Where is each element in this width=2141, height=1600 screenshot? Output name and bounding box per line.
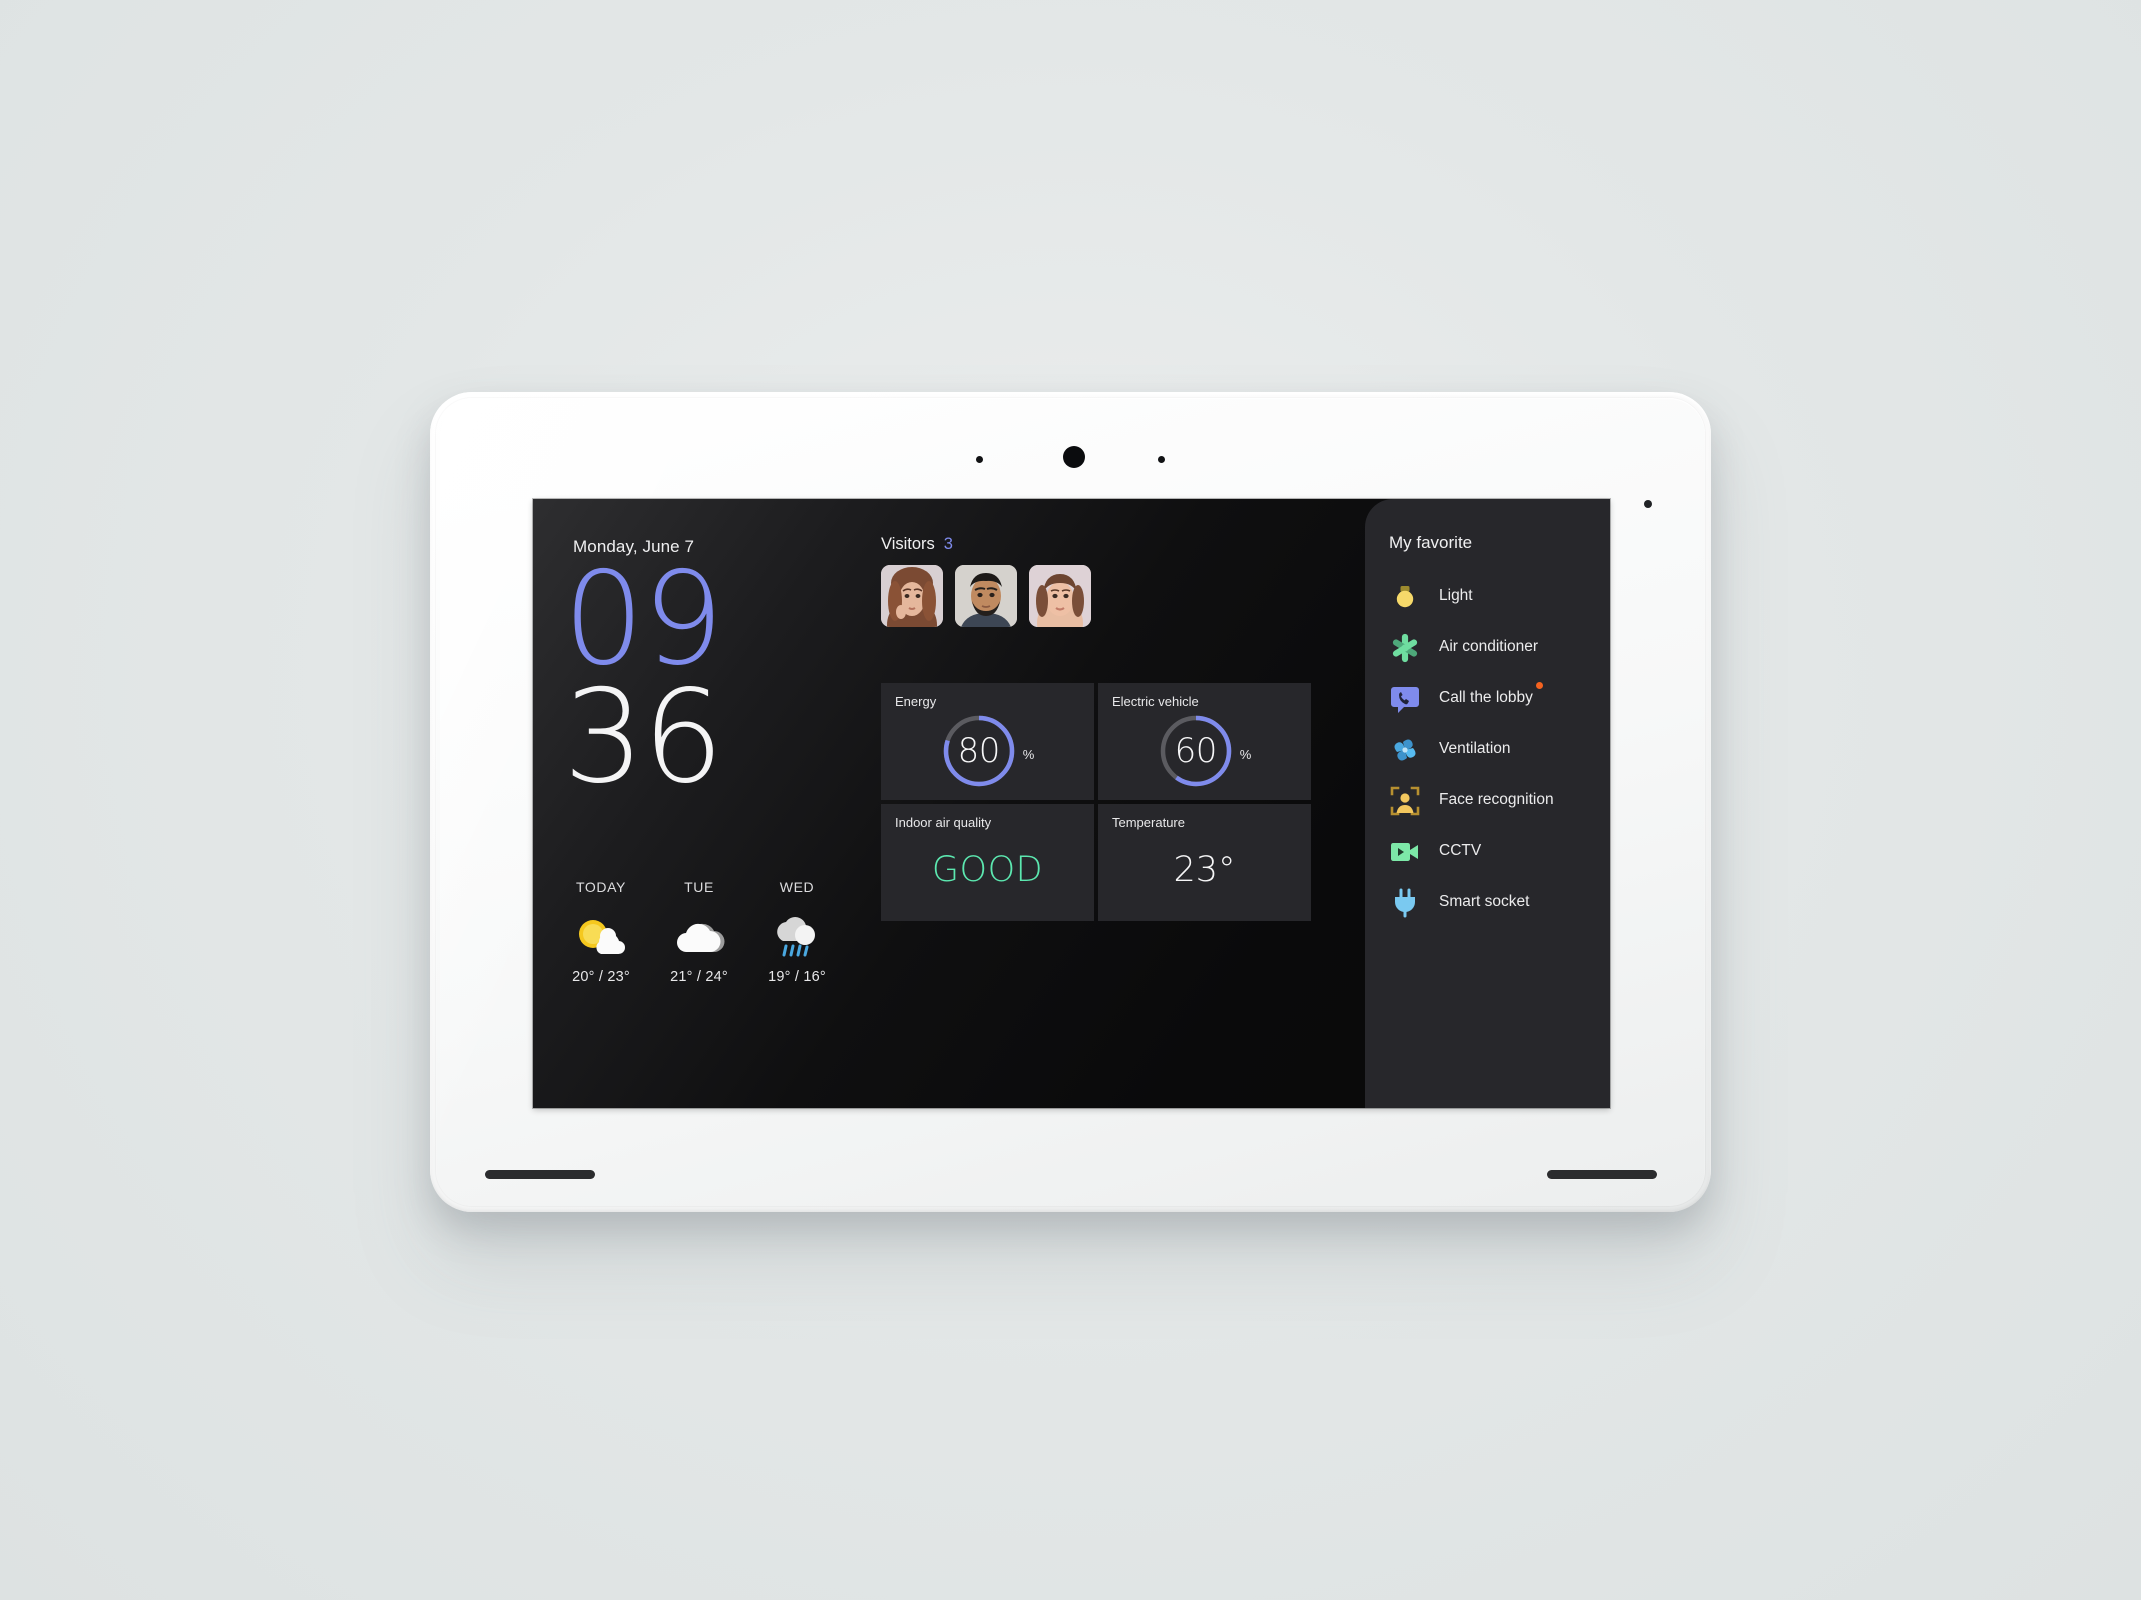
visitor-photo-1[interactable] [881, 565, 943, 627]
stat-title: Indoor air quality [895, 815, 992, 830]
favorite-item-air-conditioner[interactable]: Air conditioner [1365, 622, 1610, 673]
visitors-stats-column: Visitors 3 Energy 80 % Electric vehicle … [857, 499, 1341, 1108]
power-plug-icon [1387, 885, 1423, 921]
energy-gauge-wrap: 80 % [881, 713, 1094, 789]
stat-title: Electric vehicle [1112, 694, 1199, 709]
visitor-photo-2[interactable] [955, 565, 1017, 627]
cloud-icon [663, 905, 735, 963]
stat-card-temperature[interactable]: Temperature 23° [1098, 804, 1311, 921]
speaker-grille-right [1547, 1170, 1657, 1179]
face-recognition-icon [1387, 783, 1423, 819]
stat-title: Temperature [1112, 815, 1185, 830]
favorite-item-light[interactable]: Light [1365, 571, 1610, 622]
weather-forecast[interactable]: TODAY 20° / 23° TUE 21° / 24° WED 19° / … [533, 879, 857, 985]
favorite-item-label: Light [1439, 587, 1473, 605]
temperature-value: 23° [1173, 850, 1236, 890]
proximity-sensor-icon [976, 456, 983, 463]
favorite-item-face-recognition[interactable]: Face recognition [1365, 775, 1610, 826]
snowflake-icon [1387, 630, 1423, 666]
favorite-item-label: Smart socket [1439, 893, 1530, 911]
video-camera-icon [1387, 834, 1423, 870]
energy-gauge: 80 [941, 713, 1017, 789]
phone-bubble-icon [1387, 681, 1423, 717]
favorite-item-call-the-lobby[interactable]: Call the lobby [1365, 673, 1610, 724]
stats-grid: Energy 80 % Electric vehicle 60 % Indoor… [881, 683, 1311, 921]
visitors-header: Visitors 3 [881, 535, 953, 554]
visitors-label: Visitors [881, 535, 935, 553]
status-led-icon [1644, 500, 1652, 508]
clock-hour: 09 [563, 545, 724, 694]
favorite-item-label: Call the lobby [1439, 689, 1533, 707]
light-sensor-icon [1158, 456, 1165, 463]
forecast-temps: 19° / 16° [768, 969, 826, 985]
forecast-day-tue[interactable]: TUE 21° / 24° [663, 879, 735, 985]
ev-gauge: 60 [1158, 713, 1234, 789]
notification-badge-icon [1535, 682, 1543, 689]
visitors-list[interactable] [881, 565, 1091, 627]
stat-card-electric-vehicle[interactable]: Electric vehicle 60 % [1098, 683, 1311, 800]
favorite-item-smart-socket[interactable]: Smart socket [1365, 877, 1610, 928]
energy-unit: % [1022, 746, 1035, 762]
favorite-item-label: CCTV [1439, 842, 1482, 860]
sun-behind-cloud-icon [565, 905, 637, 963]
stat-card-energy[interactable]: Energy 80 % [881, 683, 1094, 800]
favorite-item-cctv[interactable]: CCTV [1365, 826, 1610, 877]
visitors-count: 3 [943, 535, 953, 553]
air-quality-value: GOOD [931, 850, 1044, 890]
front-camera-icon [1063, 446, 1085, 468]
speaker-grille-left [485, 1170, 595, 1179]
forecast-temps: 20° / 23° [572, 969, 630, 985]
cloud-with-rain-icon [761, 905, 833, 963]
my-favorite-title: My favorite [1389, 533, 1473, 552]
forecast-day-today[interactable]: TODAY 20° / 23° [565, 879, 637, 985]
clock-widget[interactable]: 09 36 [563, 545, 724, 812]
stat-title: Energy [895, 694, 937, 709]
fan-pinwheel-icon [1387, 732, 1423, 768]
clock-minute: 36 [563, 662, 724, 812]
forecast-temps: 21° / 24° [670, 969, 728, 985]
forecast-day-wed[interactable]: WED 19° / 16° [761, 879, 833, 985]
ev-gauge-wrap: 60 % [1098, 713, 1311, 789]
display-screen[interactable]: Monday, June 7 09 36 TODAY 20° / 23° TUE… [533, 499, 1610, 1108]
favorite-item-label: Air conditioner [1439, 638, 1539, 656]
forecast-day-label: TODAY [576, 879, 626, 895]
my-favorite-panel: My favorite Light Air conditioner Call t… [1365, 499, 1610, 1108]
visitor-photo-3[interactable] [1029, 565, 1091, 627]
ev-unit: % [1239, 746, 1252, 762]
energy-value: 80 [957, 731, 1001, 771]
forecast-day-label: WED [779, 879, 815, 895]
clock-weather-column: Monday, June 7 09 36 TODAY 20° / 23° TUE… [533, 499, 857, 1108]
favorite-item-ventilation[interactable]: Ventilation [1365, 724, 1610, 775]
forecast-day-label: TUE [684, 879, 714, 895]
favorites-list: Light Air conditioner Call the lobby Ven… [1365, 571, 1610, 928]
favorite-item-label: Face recognition [1439, 791, 1554, 809]
favorite-item-label: Ventilation [1439, 740, 1511, 758]
ev-value: 60 [1174, 731, 1218, 771]
stat-card-indoor-air-quality[interactable]: Indoor air quality GOOD [881, 804, 1094, 921]
light-bulb-icon [1387, 579, 1423, 615]
